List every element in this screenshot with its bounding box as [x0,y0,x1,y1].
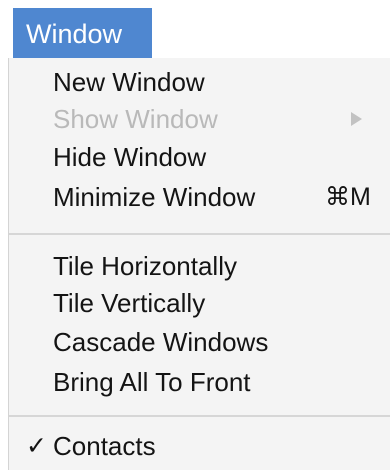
menu-item-bring-all-to-front[interactable]: Bring All To Front [53,364,251,400]
menu-item-contacts[interactable]: Contacts [53,428,156,464]
menu-item-hide-window[interactable]: Hide Window [53,139,206,175]
menu-item-show-window: Show Window [53,104,218,134]
menu-item-cascade-windows[interactable]: Cascade Windows [53,324,268,360]
window-menu-title[interactable]: Window [13,8,152,60]
window-dropdown-menu: New Window Show Window Hide Window Minim… [8,58,390,470]
menu-separator [9,415,390,417]
menu-item-new-window[interactable]: New Window [53,64,205,100]
submenu-arrow-icon [351,112,362,126]
menu-item-tile-horizontally[interactable]: Tile Horizontally [53,248,237,284]
minimize-shortcut-label: ⌘M [325,183,371,211]
window-menu-screen: Window New Window Show Window Hide Windo… [0,0,390,470]
menu-item-tile-vertically[interactable]: Tile Vertically [53,285,205,321]
checkmark-icon: ✓ [26,432,47,460]
menu-separator [9,233,390,235]
menu-item-minimize-window[interactable]: Minimize Window [53,179,255,215]
